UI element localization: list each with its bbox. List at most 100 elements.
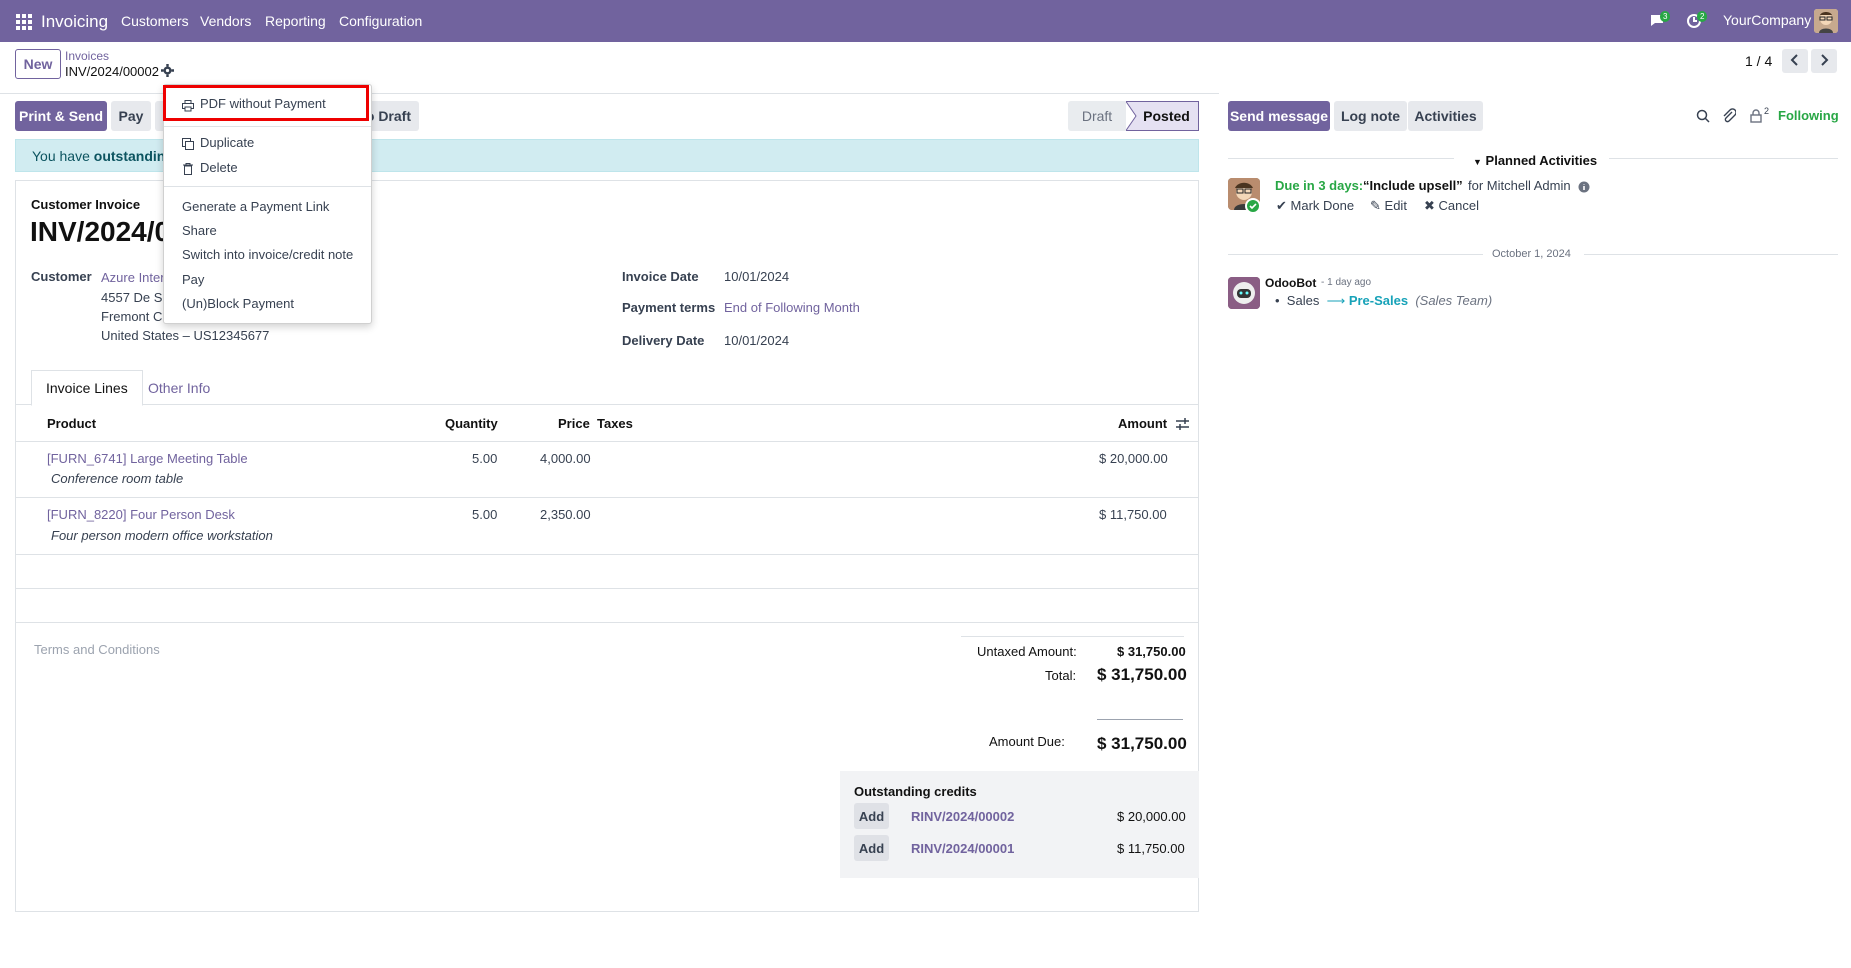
breadcrumb-invoices[interactable]: Invoices [65, 49, 109, 63]
planned-activities-toggle[interactable]: ▼ Planned Activities [1473, 153, 1597, 168]
apps-menu-icon[interactable] [16, 14, 32, 30]
check-icon: ✔ [1276, 198, 1287, 213]
total-value: $ 31,750.00 [1097, 665, 1187, 684]
invoice-number-title: INV/2024/0 [30, 216, 171, 247]
caret-down-icon: ▼ [1473, 157, 1482, 167]
following-toggle[interactable]: Following [1778, 108, 1839, 123]
paperclip-icon[interactable] [1722, 108, 1737, 128]
invoice-date-value[interactable]: 10/01/2024 [724, 269, 789, 284]
customer-address-line3: United States – US12345677 [101, 328, 270, 343]
menu-item-block-payment[interactable]: (Un)Block Payment [182, 296, 294, 311]
company-switcher[interactable]: YourCompany [1723, 12, 1811, 28]
col-quantity[interactable]: Quantity [445, 416, 498, 431]
cancel-label: Cancel [1438, 198, 1479, 213]
status-posted[interactable]: Posted [1126, 101, 1199, 131]
untaxed-amount-label: Untaxed Amount: [977, 644, 1077, 659]
tracking-old-value: Sales [1286, 293, 1320, 308]
activity-assignee: for Mitchell Admin [1468, 178, 1571, 193]
menu-item-share[interactable]: Share [182, 223, 217, 238]
amount-due-value: $ 31,750.00 [1097, 734, 1187, 753]
send-message-button[interactable]: Send message [1228, 101, 1330, 131]
payment-terms-value[interactable]: End of Following Month [724, 300, 860, 315]
menu-separator [164, 126, 371, 127]
messages-count-badge: 3 [1660, 11, 1671, 22]
separator-line [1584, 254, 1838, 255]
top-navbar: Invoicing Customers Vendors Reporting Co… [0, 0, 1851, 42]
new-button[interactable]: New [15, 49, 61, 79]
line-amount: $ 20,000.00 [1099, 451, 1168, 466]
col-amount[interactable]: Amount [1118, 416, 1167, 431]
empty-row [15, 589, 1199, 623]
tracking-new-value: Pre-Sales [1348, 293, 1409, 308]
edit-label: Edit [1384, 198, 1407, 213]
edit-activity-button[interactable]: ✎ Edit [1370, 198, 1407, 214]
line-description: Four person modern office workstation [51, 528, 273, 543]
empty-row [15, 555, 1199, 589]
cancel-activity-button[interactable]: ✖ Cancel [1424, 198, 1479, 214]
line-product-link[interactable]: [FURN_6741] Large Meeting Table [47, 451, 248, 466]
activity-summary: “Include upsell” [1363, 178, 1463, 193]
breadcrumb-current: INV/2024/00002 [65, 64, 159, 79]
print-send-button[interactable]: Print & Send [15, 101, 107, 131]
menu-reporting[interactable]: Reporting [265, 13, 326, 29]
mark-done-label: Mark Done [1290, 198, 1355, 213]
mark-done-button[interactable]: ✔ Mark Done [1276, 198, 1354, 214]
user-avatar[interactable] [1814, 9, 1838, 33]
log-note-button[interactable]: Log note [1334, 101, 1407, 131]
app-name[interactable]: Invoicing [41, 12, 108, 32]
total-label: Total: [1045, 668, 1077, 683]
menu-configuration[interactable]: Configuration [339, 13, 422, 29]
status-draft[interactable]: Draft [1068, 101, 1126, 131]
tab-other-info[interactable]: Other Info [134, 370, 224, 406]
tracking-value-line: • Sales ⟶ Pre-Sales (Sales Team) [1275, 293, 1492, 309]
credit-ref-link[interactable]: RINV/2024/00002 [911, 809, 1014, 824]
times-icon: ✖ [1424, 198, 1435, 213]
add-credit-button[interactable]: Add [854, 803, 889, 829]
highlight-box [163, 85, 369, 121]
menu-item-duplicate[interactable]: Duplicate [200, 135, 254, 150]
credit-amount: $ 11,750.00 [1117, 841, 1185, 856]
pencil-icon: ✎ [1370, 198, 1381, 213]
gear-icon[interactable] [161, 64, 174, 81]
menu-item-pay[interactable]: Pay [182, 272, 204, 287]
menu-separator [164, 186, 371, 187]
add-credit-button[interactable]: Add [854, 835, 889, 861]
info-icon[interactable] [1578, 180, 1590, 197]
customer-label: Customer [31, 269, 92, 284]
menu-customers[interactable]: Customers [121, 13, 189, 29]
customer-address-line1: 4557 De Si [101, 290, 166, 305]
followers-lock-icon[interactable] [1750, 109, 1762, 127]
date-separator: October 1, 2024 [1492, 248, 1571, 260]
credit-amount: $ 20,000.00 [1117, 809, 1186, 824]
terms-conditions-field[interactable]: Terms and Conditions [34, 642, 160, 657]
search-icon[interactable] [1696, 109, 1710, 127]
payment-terms-label: Payment terms [622, 300, 716, 315]
line-price: 4,000.00 [540, 451, 591, 466]
delivery-date-value[interactable]: 10/01/2024 [724, 333, 789, 348]
credit-ref-link[interactable]: RINV/2024/00001 [911, 841, 1014, 856]
menu-vendors[interactable]: Vendors [200, 13, 251, 29]
arrow-right-icon: ⟶ [1326, 293, 1346, 308]
untaxed-amount-value: $ 31,750.00 [1117, 644, 1186, 659]
message-time: - 1 day ago [1321, 277, 1372, 288]
line-product-link[interactable]: [FURN_8220] Four Person Desk [47, 507, 235, 522]
tab-invoice-lines[interactable]: Invoice Lines [31, 370, 143, 406]
customer-name-link[interactable]: Azure Inter [101, 270, 165, 285]
alert-prefix: You have [32, 147, 90, 164]
col-price[interactable]: Price [558, 416, 590, 431]
outstanding-credits-title: Outstanding credits [854, 784, 977, 799]
optional-columns-icon[interactable] [1176, 417, 1189, 434]
activities-button[interactable]: Activities [1408, 101, 1483, 131]
odoobot-avatar [1228, 277, 1260, 309]
line-quantity: 5.00 [472, 451, 498, 466]
menu-item-generate-payment-link[interactable]: Generate a Payment Link [182, 199, 329, 214]
activities-count-badge: 2 [1697, 11, 1708, 22]
line-price: 2,350.00 [540, 507, 591, 522]
message-author[interactable]: OdooBot [1265, 276, 1316, 290]
col-taxes[interactable]: Taxes [597, 416, 633, 431]
menu-item-switch-note[interactable]: Switch into invoice/credit note [182, 247, 353, 262]
col-product[interactable]: Product [47, 416, 96, 431]
pay-button[interactable]: Pay [111, 101, 151, 131]
status-posted-label: Posted [1143, 108, 1190, 124]
menu-item-delete[interactable]: Delete [200, 160, 238, 175]
